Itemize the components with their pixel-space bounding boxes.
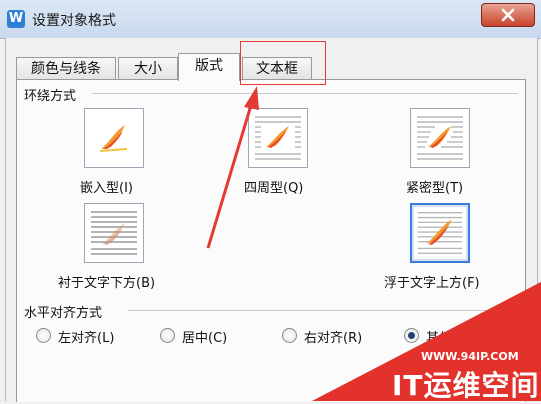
watermark-name: IT运维空间 (392, 369, 540, 402)
watermark-banner (312, 282, 541, 401)
tab-layout[interactable]: 版式 (178, 53, 240, 81)
watermark-url: WWW.94IP.COM (421, 350, 519, 363)
